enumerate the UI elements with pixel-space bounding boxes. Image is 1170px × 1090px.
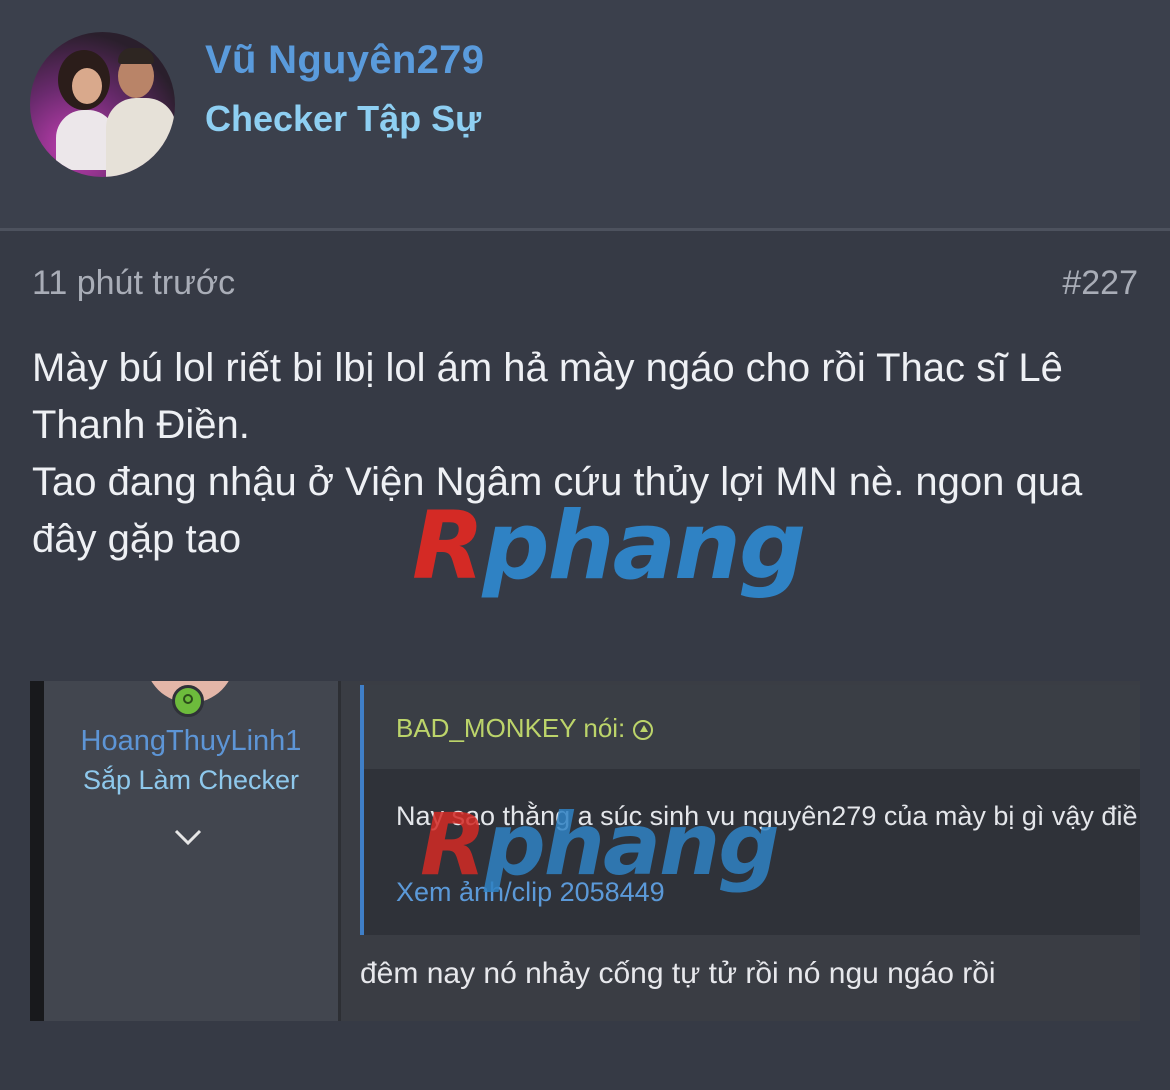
quote-author: BAD_MONKEY nói: [396, 713, 654, 744]
arrow-up-circle-icon [633, 720, 654, 740]
panel-divider [338, 681, 341, 1021]
post-line: Mày bú lol riết bi lbị lol ám hả mày ngá… [32, 346, 1063, 447]
quote-author-label: BAD_MONKEY nói: [396, 713, 626, 743]
online-status-icon [172, 685, 204, 717]
screenshot-user-title: Sắp Làm Checker [82, 765, 300, 795]
avatar[interactable] [30, 32, 175, 177]
post-number-link[interactable]: #227 [1062, 264, 1138, 303]
watermark-logo: Rphang [412, 492, 806, 601]
screenshot-edge [30, 681, 44, 1021]
username-link[interactable]: Vũ Nguyên279 [205, 38, 484, 83]
watermark-logo: Rphang [420, 795, 780, 895]
avatar-figure [106, 98, 175, 177]
avatar-figure [118, 48, 154, 64]
post-header: Vũ Nguyên279 Checker Tập Sự [0, 0, 1170, 231]
post-time: 11 phút trước [32, 264, 236, 302]
chevron-down-icon [173, 821, 203, 855]
screenshot-username: HoangThuyLinh1 [80, 725, 302, 757]
screenshot-reply-text: đêm nay nó nhảy cống tự tử rồi nó ngu ng… [360, 957, 996, 990]
user-title: Checker Tập Sự [205, 98, 482, 139]
avatar-figure [72, 68, 102, 104]
quote-header: BAD_MONKEY nói: [364, 685, 1140, 769]
